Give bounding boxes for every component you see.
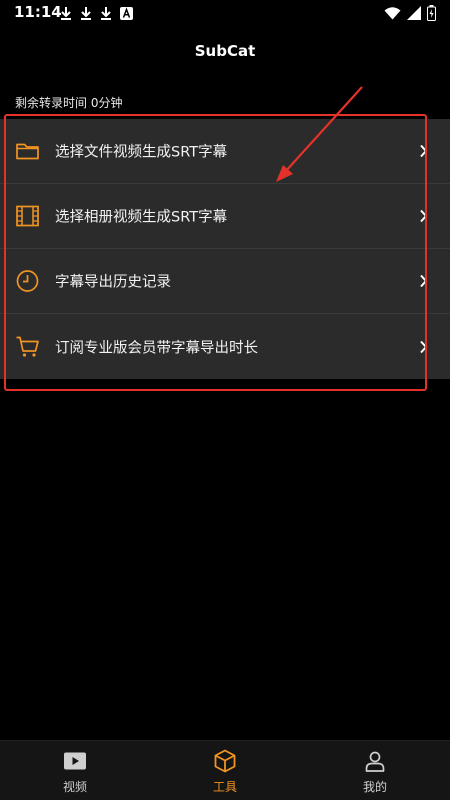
cart-icon — [16, 336, 39, 357]
signal-icon — [407, 6, 421, 20]
tab-label: 我的 — [362, 780, 387, 794]
download-icon — [101, 7, 111, 20]
tool-menu-list: 选择文件视频生成SRT字幕 选择相册视频生成SRT字幕 字幕导出历史记录 订阅专… — [0, 119, 450, 379]
menu-item-select-file-video[interactable]: 选择文件视频生成SRT字幕 — [0, 119, 450, 184]
wifi-icon — [384, 7, 401, 20]
download-icon — [61, 7, 71, 20]
menu-item-label: 选择相册视频生成SRT字幕 — [55, 209, 228, 226]
a-badge-icon — [120, 6, 133, 20]
folder-icon — [16, 143, 39, 160]
status-notification-icons — [60, 5, 133, 21]
chevron-right-icon — [420, 209, 428, 223]
menu-item-label: 选择文件视频生成SRT字幕 — [55, 144, 228, 161]
menu-item-select-album-video[interactable]: 选择相册视频生成SRT字幕 — [0, 184, 450, 249]
status-system-icons — [384, 4, 436, 22]
clock-icon — [16, 270, 39, 292]
status-time: 11:14 — [14, 3, 62, 21]
film-icon — [16, 205, 39, 227]
tab-video[interactable]: 视频 — [0, 741, 150, 800]
cube-icon — [214, 749, 236, 773]
bottom-tab-bar: 视频 工具 我的 — [0, 740, 450, 800]
tab-label: 工具 — [212, 780, 237, 794]
menu-item-export-history[interactable]: 字幕导出历史记录 — [0, 249, 450, 314]
chevron-right-icon — [420, 340, 428, 353]
status-bar: 11:14 — [0, 0, 450, 26]
menu-item-label: 字幕导出历史记录 — [55, 274, 171, 291]
tab-mine[interactable]: 我的 — [300, 741, 450, 800]
remaining-time-text: 剩余转录时间 0分钟 — [15, 96, 123, 110]
chevron-right-icon — [420, 274, 428, 288]
menu-item-label: 订阅专业版会员带字幕导出时长 — [55, 340, 258, 356]
chevron-right-icon — [420, 144, 428, 158]
tab-label: 视频 — [62, 780, 87, 794]
video-play-icon — [64, 752, 86, 770]
tab-tools[interactable]: 工具 — [150, 741, 300, 800]
download-icon — [81, 7, 91, 20]
app-title: SubCat — [194, 42, 256, 60]
user-icon — [365, 751, 385, 772]
menu-item-subscribe-pro[interactable]: 订阅专业版会员带字幕导出时长 — [0, 314, 450, 379]
battery-icon — [427, 5, 436, 21]
